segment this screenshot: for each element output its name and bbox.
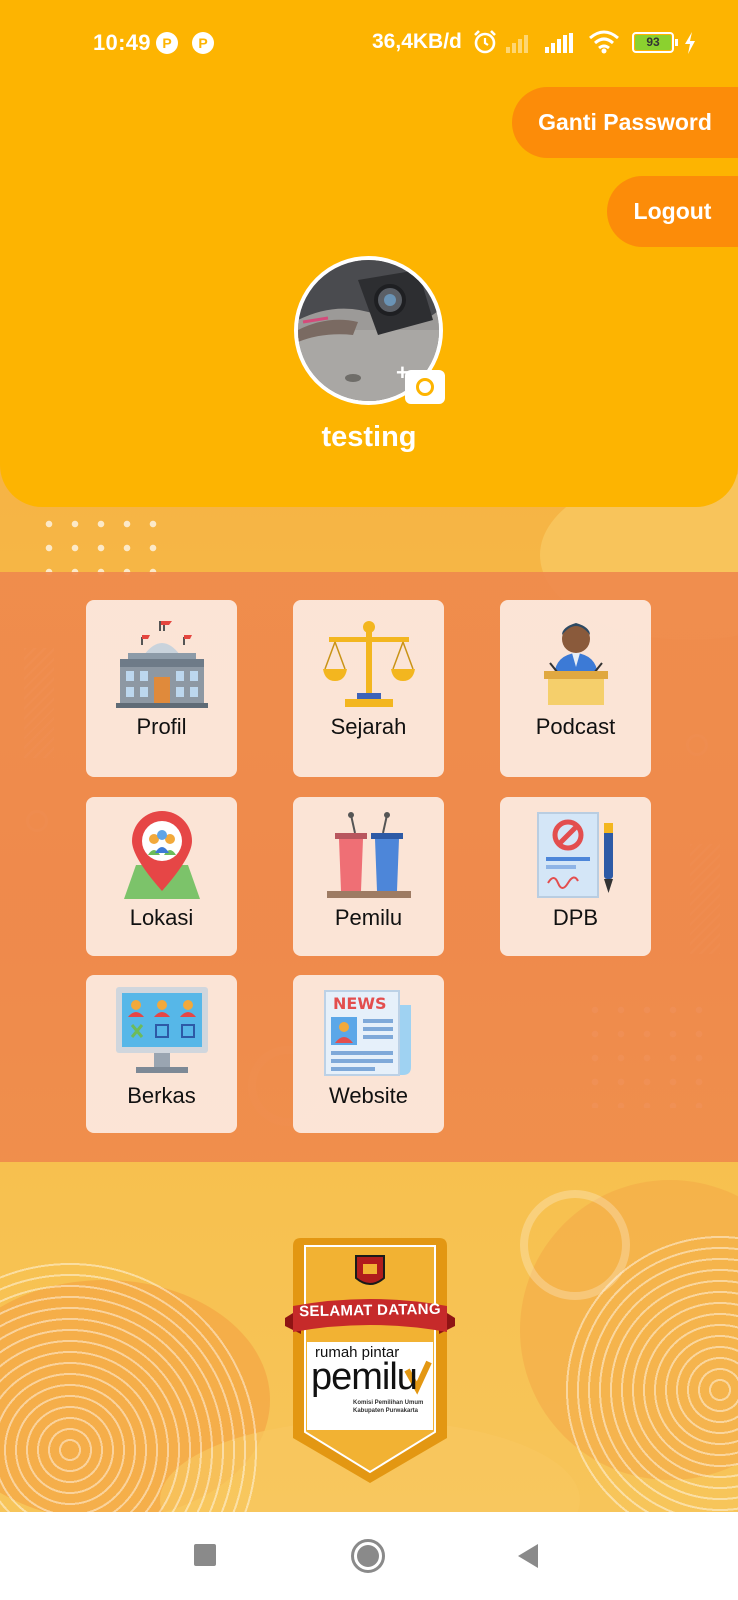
svg-text:NEWS: NEWS bbox=[333, 994, 387, 1013]
status-bar: 10:49 P P 36,4KB/d 93 bbox=[0, 0, 738, 86]
recent-apps-icon[interactable] bbox=[194, 1544, 216, 1566]
menu-item-label: Berkas bbox=[127, 1083, 196, 1108]
signal-sim1-icon bbox=[545, 33, 573, 53]
menu-item-label: Podcast bbox=[535, 714, 616, 739]
computer-monitor-icon bbox=[112, 987, 212, 1077]
menu-item-dpb[interactable]: DPB bbox=[500, 797, 651, 956]
status-time: 10:49 bbox=[93, 30, 151, 55]
welcome-ribbon-text: SELAMAT DATANG bbox=[299, 1300, 441, 1321]
government-building-icon bbox=[112, 618, 212, 708]
scales-of-justice-icon bbox=[319, 618, 419, 708]
brand-sub2: Kabupaten Purwakarta bbox=[353, 1408, 419, 1414]
menu-item-sejarah[interactable]: Sejarah bbox=[293, 600, 444, 777]
brand-sub1: Komisi Pemilihan Umum bbox=[353, 1400, 424, 1406]
notification-app-icon: P bbox=[156, 32, 178, 54]
logout-button[interactable]: Logout bbox=[607, 176, 738, 247]
battery-level: 93 bbox=[635, 35, 671, 50]
menu-item-label: Pemilu bbox=[334, 905, 403, 930]
menu-item-berkas[interactable]: Berkas bbox=[86, 975, 237, 1133]
menu-item-website[interactable]: NEWS Website bbox=[293, 975, 444, 1133]
wifi-icon bbox=[589, 30, 619, 54]
change-photo-camera-icon[interactable] bbox=[405, 370, 445, 404]
menu-item-label: Profil bbox=[136, 714, 187, 739]
ganti-password-button[interactable]: Ganti Password bbox=[512, 87, 738, 158]
menu-item-label: Sejarah bbox=[330, 714, 407, 739]
menu-item-lokasi[interactable]: Lokasi bbox=[86, 797, 237, 956]
home-icon[interactable] bbox=[351, 1539, 385, 1573]
podiums-icon bbox=[319, 809, 419, 899]
battery-icon: 93 bbox=[632, 32, 678, 53]
ganti-password-label: Ganti Password bbox=[538, 109, 712, 135]
system-navigation-bar bbox=[0, 1512, 738, 1600]
back-icon[interactable] bbox=[518, 1544, 538, 1568]
menu-item-pemilu[interactable]: Pemilu bbox=[293, 797, 444, 956]
brand-line2: pemilu bbox=[311, 1356, 418, 1398]
add-photo-plus-icon: + bbox=[396, 360, 409, 385]
menu-item-label: DPB bbox=[552, 905, 599, 930]
document-pen-icon bbox=[526, 809, 626, 899]
charging-bolt-icon bbox=[685, 32, 695, 54]
network-speed: 36,4KB/d bbox=[372, 30, 462, 53]
username: testing bbox=[321, 421, 417, 453]
notification-app-icon: P bbox=[192, 32, 214, 54]
menu-item-podcast[interactable]: Podcast bbox=[500, 600, 651, 777]
welcome-badge: SELAMAT DATANG rumah pintar pemilu Komis… bbox=[285, 1238, 455, 1483]
alarm-icon bbox=[474, 30, 496, 54]
logout-label: Logout bbox=[633, 198, 712, 224]
newspaper-icon: NEWS bbox=[319, 987, 419, 1077]
map-pin-icon bbox=[112, 809, 212, 899]
signal-sim2-icon bbox=[506, 33, 528, 53]
menu-item-profil[interactable]: Profil bbox=[86, 600, 237, 777]
speaker-at-podium-icon bbox=[526, 618, 626, 708]
menu-item-label: Lokasi bbox=[129, 905, 194, 930]
menu-item-label: Website bbox=[328, 1083, 409, 1108]
